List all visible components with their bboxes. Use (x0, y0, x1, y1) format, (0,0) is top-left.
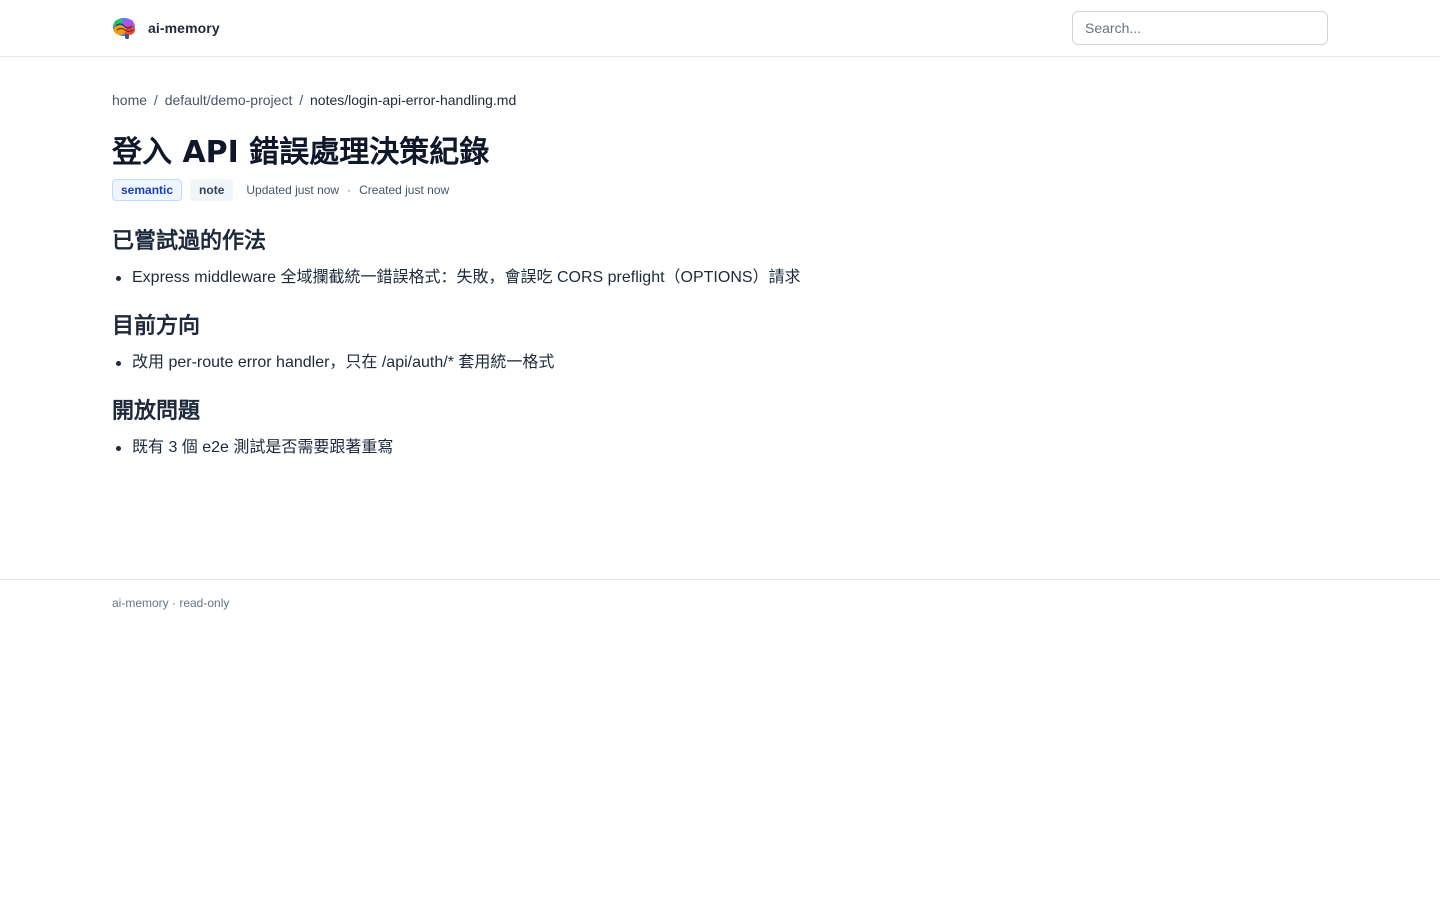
section-heading: 開放問題 (112, 399, 201, 424)
bullet-icon (116, 446, 121, 451)
list-item: 既有 3 個 e2e 測試是否需要跟著重寫 (112, 436, 1328, 460)
section-open-questions: 開放問題 既有 3 個 e2e 測試是否需要跟著重寫 (112, 397, 1328, 460)
breadcrumb-project-link[interactable]: default/demo-project (165, 92, 293, 108)
brand-name: ai-memory (148, 20, 220, 36)
bullet-icon (116, 361, 121, 366)
list-item-text: Express middleware 全域攔截統一錯誤格式：失敗，會誤吃 COR… (132, 269, 801, 286)
created-timestamp: Created just now (359, 183, 450, 197)
breadcrumb-separator: / (299, 92, 304, 108)
footer-text: ai-memory · read-only (112, 596, 230, 610)
section-heading: 目前方向 (112, 314, 201, 339)
page-title: 登入 API 錯誤處理決策紀錄 (112, 135, 490, 170)
list-item: Express middleware 全域攔截統一錯誤格式：失敗，會誤吃 COR… (112, 266, 1328, 290)
main-content: home / default/demo-project / notes/logi… (112, 90, 1328, 460)
list-item-text: 既有 3 個 e2e 測試是否需要跟著重寫 (132, 439, 394, 456)
search-input[interactable] (1072, 11, 1328, 45)
memory-type-badge: semantic (112, 179, 183, 201)
brain-icon (112, 16, 138, 40)
breadcrumb: home / default/demo-project / notes/logi… (112, 90, 1328, 110)
section-current-direction: 目前方向 改用 per-route error handler，只在 /api/… (112, 312, 1328, 375)
meta-separator: · (347, 183, 352, 197)
page-meta: semantic note Updated just now · Created… (112, 179, 1328, 201)
breadcrumb-separator: / (153, 92, 158, 108)
list-item-text: 改用 per-route error handler，只在 /api/auth/… (132, 354, 555, 371)
breadcrumb-current: notes/login-api-error-handling.md (310, 92, 517, 108)
updated-timestamp: Updated just now (246, 183, 340, 197)
top-navbar: ai-memory (0, 0, 1440, 57)
breadcrumb-home-link[interactable]: home (112, 92, 147, 108)
section-heading: 已嘗試過的作法 (112, 229, 267, 254)
brand-home-link[interactable]: ai-memory (112, 16, 220, 40)
section-tried-approaches: 已嘗試過的作法 Express middleware 全域攔截統一錯誤格式：失敗… (112, 227, 1328, 290)
bullet-icon (116, 276, 121, 281)
note-kind-badge: note (190, 179, 234, 201)
page-footer: ai-memory · read-only (0, 579, 1440, 610)
bullet-list: 改用 per-route error handler，只在 /api/auth/… (112, 351, 1328, 375)
list-item: 改用 per-route error handler，只在 /api/auth/… (112, 351, 1328, 375)
bullet-list: Express middleware 全域攔截統一錯誤格式：失敗，會誤吃 COR… (112, 266, 1328, 290)
bullet-list: 既有 3 個 e2e 測試是否需要跟著重寫 (112, 436, 1328, 460)
